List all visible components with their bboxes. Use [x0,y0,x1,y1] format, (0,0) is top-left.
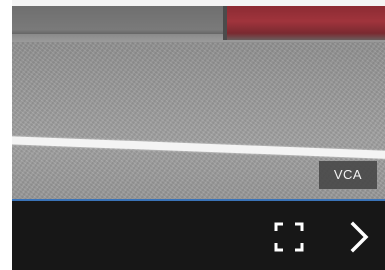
vca-badge: VCA [319,161,377,189]
road-lane-marking [12,136,385,161]
fullscreen-icon [274,222,304,252]
curb-gray-section [12,6,227,36]
video-player: VCA [12,0,385,270]
fullscreen-button[interactable] [272,220,306,254]
curb-red-section [227,6,385,40]
control-bar [12,201,385,270]
video-feed[interactable]: VCA [12,6,385,199]
next-button[interactable] [344,220,376,254]
chevron-right-icon [350,221,369,253]
